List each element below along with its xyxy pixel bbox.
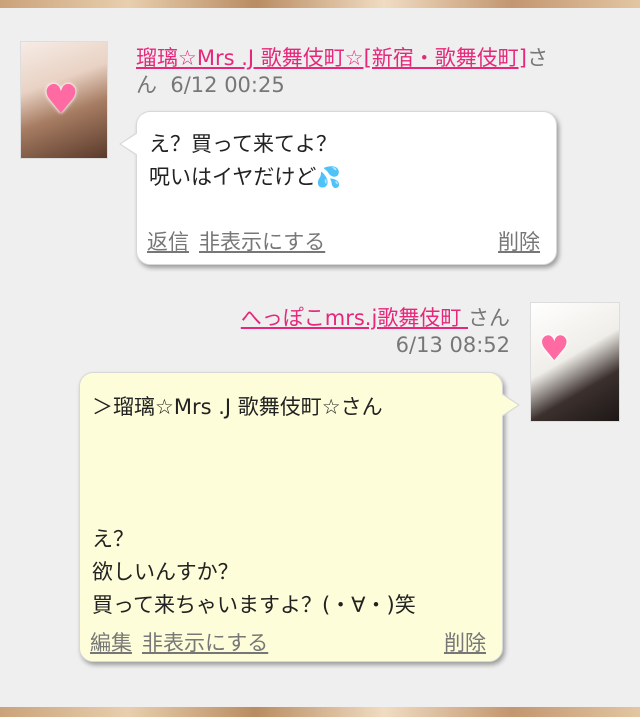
message-meta: 瑠璃☆Mrs .J 歌舞伎町☆[新宿・歌舞伎町]さん 6/12 00:25: [136, 45, 556, 99]
message-line: 呪いはイヤだけど: [149, 165, 317, 189]
edit-link[interactable]: 編集: [90, 631, 132, 655]
message-actions: 編集 非表示にする 削除: [90, 627, 486, 657]
decorative-top-border: [0, 0, 640, 8]
heart-icon: ♥: [43, 77, 79, 123]
avatar[interactable]: ♥: [20, 41, 108, 159]
message-actions: 返信 非表示にする 削除: [147, 226, 540, 256]
bubble-tail-inner: [501, 394, 518, 416]
honorific: さん: [468, 306, 510, 330]
reply-link[interactable]: 返信: [147, 230, 189, 254]
hide-link[interactable]: 非表示にする: [142, 631, 268, 655]
message-line: え？買って来てよ？: [149, 132, 337, 156]
sweat-droplets-icon: 💦: [316, 165, 342, 189]
avatar[interactable]: ♥: [530, 302, 620, 422]
timestamp: 6/13 08:52: [395, 333, 510, 357]
message-meta: へっぽこmrs.j歌舞伎町 さん 6/13 08:52: [180, 305, 510, 359]
message-text: ＞瑠璃☆Mrs .J 歌舞伎町☆さん え？ 欲しいんすか？ 買って来ちゃいますよ…: [92, 395, 416, 617]
message-bubble: ＞瑠璃☆Mrs .J 歌舞伎町☆さん え？ 欲しいんすか？ 買って来ちゃいますよ…: [79, 372, 520, 662]
timestamp: 6/12 00:25: [170, 73, 285, 97]
message-text: え？買って来てよ？ 呪いはイヤだけど💦: [149, 128, 341, 194]
heart-icon: ♥: [539, 329, 570, 369]
message-bubble: え？買って来てよ？ 呪いはイヤだけど💦 返信 非表示にする 削除: [119, 111, 557, 265]
author-link[interactable]: 瑠璃☆Mrs .J 歌舞伎町☆[新宿・歌舞伎町]: [136, 46, 527, 70]
author-link[interactable]: へっぽこmrs.j歌舞伎町: [241, 306, 468, 330]
decorative-bottom-border: [0, 707, 640, 717]
bubble-tail-inner: [121, 133, 138, 155]
delete-link[interactable]: 削除: [498, 226, 540, 256]
delete-link[interactable]: 削除: [444, 627, 486, 657]
hide-link[interactable]: 非表示にする: [199, 230, 325, 254]
